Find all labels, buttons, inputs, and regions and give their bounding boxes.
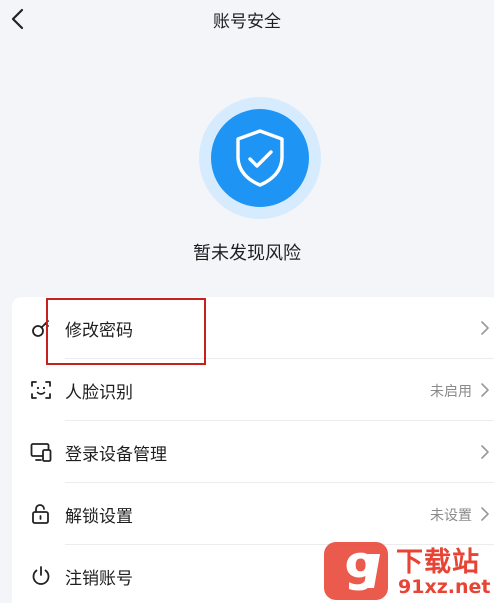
page-title: 账号安全 (213, 12, 281, 32)
devices-icon (30, 443, 52, 462)
settings-item-unlock-settings[interactable]: 解锁设置 未设置 (12, 483, 494, 545)
chevron-right-icon (481, 383, 489, 397)
key-icon (32, 320, 49, 337)
settings-item-label: 人脸识别 (65, 383, 133, 403)
power-icon (32, 566, 50, 585)
watermark-title: 下载站 (396, 547, 480, 578)
settings-item-label: 修改密码 (65, 321, 133, 341)
watermark-url: 91xz.net (398, 576, 491, 598)
header-bar: 账号安全 (0, 0, 494, 40)
security-status-text: 暂未发现风险 (193, 243, 301, 264)
settings-item-label: 解锁设置 (65, 507, 133, 527)
settings-item-face-recognition[interactable]: 人脸识别 未启用 (12, 359, 494, 421)
watermark-logo: 9 (324, 542, 388, 602)
settings-item-label: 注销账号 (65, 569, 133, 589)
chevron-right-icon (481, 445, 489, 459)
security-status-badge (199, 97, 321, 219)
account-security-screen: 账号安全 暂未发现风险 修改密码 人脸识别 未启用 登录设备管理 解锁设置 未设… (0, 0, 494, 603)
settings-item-device-management[interactable]: 登录设备管理 (12, 421, 494, 483)
settings-item-change-password[interactable]: 修改密码 (12, 297, 494, 359)
chevron-right-icon (481, 507, 489, 521)
settings-item-label: 登录设备管理 (65, 445, 167, 465)
watermark: 9 下载站 91xz.net (322, 538, 494, 603)
settings-item-value: 未设置 (430, 508, 472, 524)
settings-item-value: 未启用 (430, 384, 472, 400)
chevron-right-icon (481, 321, 489, 335)
unlock-icon (32, 504, 49, 524)
face-scan-icon (31, 381, 51, 399)
shield-check-icon (236, 129, 284, 187)
